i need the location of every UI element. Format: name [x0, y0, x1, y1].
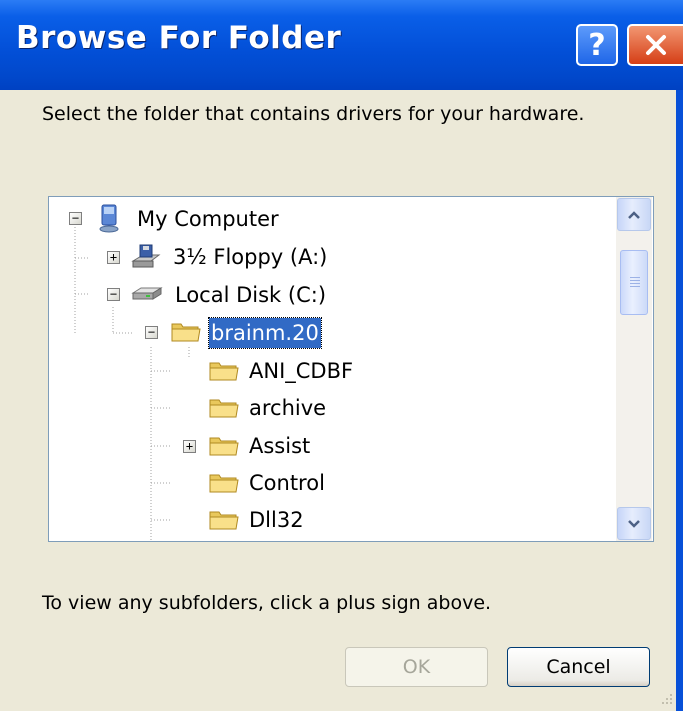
- tree-node-dll32[interactable]: Dll32: [49, 502, 609, 538]
- chevron-up-icon: [628, 210, 640, 219]
- folder-icon: [209, 508, 239, 536]
- tree-node-label: brainm.20: [208, 317, 322, 349]
- tree-node-label: Local Disk (C:): [175, 283, 327, 307]
- scroll-grip: [630, 283, 640, 284]
- tree-node-ani-cdbf[interactable]: ANI_CDBF: [49, 353, 609, 389]
- folder-icon: [209, 471, 239, 499]
- scroll-grip: [630, 286, 640, 287]
- scroll-grip: [630, 277, 640, 278]
- tree-node-label: 3½ Floppy (A:): [173, 245, 328, 269]
- folder-icon: [209, 396, 239, 424]
- tree-scrollbar[interactable]: [616, 197, 652, 541]
- browse-for-folder-dialog: Browse For Folder ? Select the folder th…: [0, 0, 683, 711]
- window-title: Browse For Folder: [16, 20, 342, 56]
- tree-node-label: Control: [249, 471, 325, 495]
- hard-disk-icon: [131, 283, 163, 311]
- tree-node-my-computer[interactable]: − My Computer: [49, 201, 609, 237]
- scroll-down-button[interactable]: [617, 507, 651, 540]
- tree-node-label: My Computer: [137, 207, 279, 231]
- folder-tree[interactable]: − My Computer + 3½ Floppy (A:) − Local D…: [48, 196, 654, 542]
- close-button[interactable]: [627, 24, 683, 66]
- tree-node-label: ANI_CDBF: [249, 359, 354, 383]
- ok-button[interactable]: OK: [345, 647, 488, 687]
- tree-node-label: archive: [249, 396, 327, 420]
- resize-grip-icon[interactable]: [650, 692, 675, 707]
- scroll-thumb[interactable]: [620, 250, 648, 315]
- tree-node-brainm-20[interactable]: − brainm.20: [49, 315, 609, 351]
- my-computer-icon: [95, 204, 123, 233]
- tree-node-label: Assist: [249, 434, 311, 458]
- tree-node-control[interactable]: Control: [49, 465, 609, 501]
- collapse-toggle[interactable]: −: [145, 326, 158, 339]
- tree-node-local-disk[interactable]: − Local Disk (C:): [49, 277, 609, 313]
- tree-node-archive[interactable]: archive: [49, 390, 609, 426]
- cancel-button[interactable]: Cancel: [507, 647, 650, 687]
- tree-node-label: Dll32: [249, 508, 304, 532]
- tree-node-assist[interactable]: + Assist: [49, 428, 609, 464]
- folder-icon: [209, 434, 239, 462]
- help-button[interactable]: ?: [576, 24, 618, 66]
- expand-toggle[interactable]: +: [107, 251, 120, 264]
- help-icon: ?: [588, 27, 606, 63]
- folder-icon: [209, 359, 239, 387]
- scroll-grip: [630, 280, 640, 281]
- title-bar[interactable]: Browse For Folder ?: [0, 0, 683, 90]
- dialog-hint: To view any subfolders, click a plus sig…: [42, 592, 492, 614]
- expand-toggle[interactable]: +: [183, 440, 196, 453]
- collapse-toggle[interactable]: −: [107, 288, 120, 301]
- dialog-prompt: Select the folder that contains drivers …: [42, 103, 585, 125]
- scroll-up-button[interactable]: [617, 198, 651, 231]
- window-frame-right: [676, 90, 683, 711]
- chevron-down-icon: [628, 519, 640, 528]
- close-icon: [646, 35, 666, 55]
- folder-icon: [171, 320, 201, 348]
- collapse-toggle[interactable]: −: [69, 212, 82, 225]
- tree-node-floppy[interactable]: + 3½ Floppy (A:): [49, 239, 609, 275]
- floppy-drive-icon: [131, 243, 161, 271]
